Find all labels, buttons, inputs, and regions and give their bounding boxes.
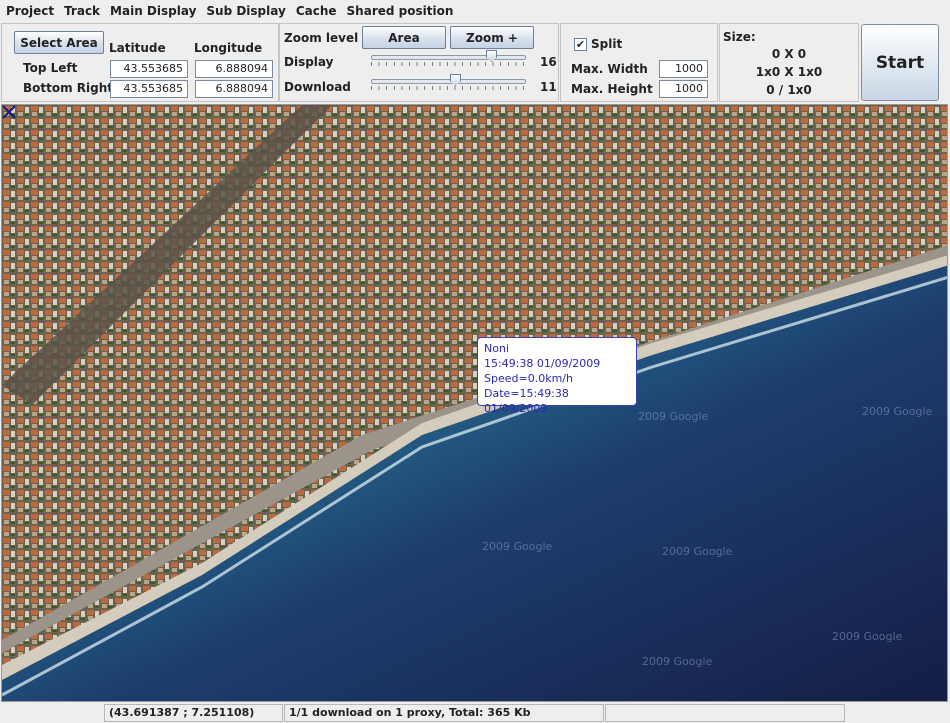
watermark-text: 2009 Google	[832, 630, 903, 643]
watermark-text: 2009 Google	[642, 655, 713, 668]
top-left-label: Top Left	[23, 61, 78, 75]
display-slider-ticks	[371, 62, 526, 66]
status-coordinates: (43.691387 ; 7.251108)	[104, 704, 283, 722]
area-panel: Select Area Latitude Longitude Top Left …	[1, 23, 279, 102]
zoom-panel: Zoom level Area Zoom + Display 16 Downlo…	[279, 23, 559, 102]
size-panel: Size: 0 X 0 1x0 X 1x0 0 / 1x0	[719, 23, 859, 102]
split-panel: ✔ Split Max. Width 1000 Max. Height 1000	[560, 23, 718, 102]
download-slider-thumb[interactable]	[450, 74, 461, 86]
download-slider-track	[371, 79, 526, 84]
menu-project[interactable]: Project	[2, 0, 58, 22]
position-tooltip: Noni 15:49:38 01/09/2009 Speed=0.0km/h D…	[477, 337, 637, 415]
menu-cache[interactable]: Cache	[292, 0, 341, 22]
latitude-header: Latitude	[109, 41, 166, 55]
top-left-longitude-field[interactable]: 6.888094	[195, 60, 273, 78]
display-zoom-value: 16	[540, 55, 557, 69]
position-marker-icon[interactable]	[2, 105, 16, 119]
menu-track[interactable]: Track	[60, 0, 104, 22]
display-zoom-label: Display	[284, 55, 334, 69]
top-left-latitude-field[interactable]: 43.553685	[110, 60, 188, 78]
display-slider-track	[371, 55, 526, 60]
tooltip-name: Noni	[484, 342, 509, 355]
size-line-3: 0 / 1x0	[766, 83, 812, 97]
menu-sub-display[interactable]: Sub Display	[202, 0, 289, 22]
watermark-text: 2009 Google	[862, 405, 933, 418]
area-zoom-button[interactable]: Area	[362, 26, 446, 49]
split-checkbox[interactable]: ✔	[574, 38, 587, 51]
zoom-level-label: Zoom level	[284, 31, 359, 45]
max-width-field[interactable]: 1000	[659, 60, 708, 78]
bottom-right-longitude-field[interactable]: 6.888094	[195, 80, 273, 98]
max-width-label: Max. Width	[571, 62, 648, 76]
menu-bar: Project Track Main Display Sub Display C…	[0, 0, 950, 22]
display-slider-thumb[interactable]	[486, 50, 497, 62]
tooltip-time: 15:49:38 01/09/2009	[484, 357, 601, 370]
status-bar: (43.691387 ; 7.251108) 1/1 download on 1…	[0, 703, 950, 723]
map-view[interactable]: 2009 Google 2009 Google 2009 Google 2009…	[1, 104, 948, 702]
status-extra	[605, 704, 845, 722]
display-zoom-slider[interactable]	[371, 50, 526, 66]
start-button[interactable]: Start	[861, 24, 939, 101]
tooltip-speed: Speed=0.0km/h	[484, 372, 573, 385]
download-zoom-value: 11	[540, 80, 557, 94]
tooltip-date: Date=15:49:38 01/09/2009	[484, 387, 569, 415]
select-area-button[interactable]: Select Area	[14, 31, 104, 54]
bottom-right-latitude-field[interactable]: 43.553685	[110, 80, 188, 98]
zoom-plus-button[interactable]: Zoom +	[450, 26, 534, 49]
menu-main-display[interactable]: Main Display	[106, 0, 200, 22]
download-slider-ticks	[371, 86, 526, 90]
size-line-1: 0 X 0	[771, 47, 807, 61]
split-label: Split	[591, 37, 623, 51]
longitude-header: Longitude	[194, 41, 263, 55]
max-height-label: Max. Height	[571, 82, 653, 96]
bottom-right-label: Bottom Right	[23, 81, 114, 95]
download-zoom-slider[interactable]	[371, 74, 526, 90]
size-line-2: 1x0 X 1x0	[755, 65, 823, 79]
status-download: 1/1 download on 1 proxy, Total: 365 Kb	[284, 704, 604, 722]
satellite-imagery: 2009 Google 2009 Google 2009 Google 2009…	[2, 105, 947, 701]
size-title: Size:	[723, 30, 756, 44]
watermark-text: 2009 Google	[662, 545, 733, 558]
download-zoom-label: Download	[284, 80, 351, 94]
watermark-text: 2009 Google	[482, 540, 553, 553]
watermark-text: 2009 Google	[638, 410, 709, 423]
menu-shared-position[interactable]: Shared position	[343, 0, 458, 22]
max-height-field[interactable]: 1000	[659, 80, 708, 98]
